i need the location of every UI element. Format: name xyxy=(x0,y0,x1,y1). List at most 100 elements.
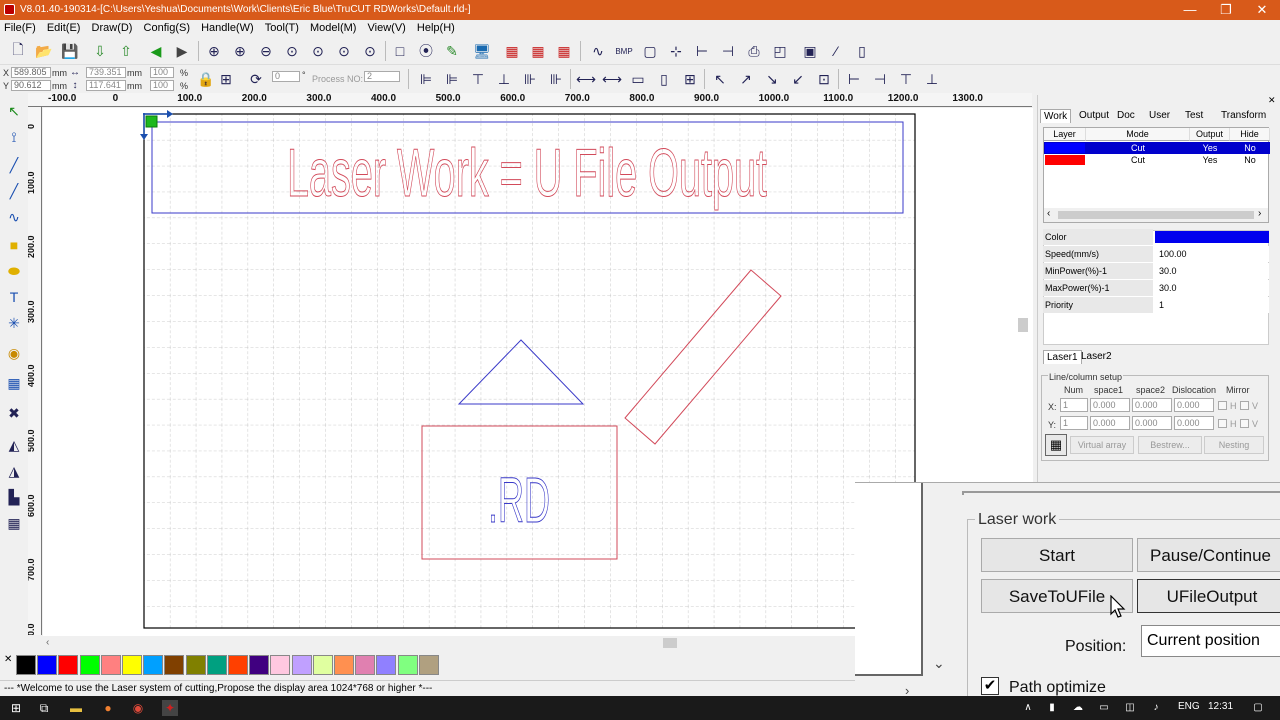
network-icon[interactable]: ◫ xyxy=(1122,700,1138,716)
image-tool-icon[interactable]: ◉ xyxy=(4,343,24,363)
palette-swatch[interactable] xyxy=(122,655,142,675)
menu-file[interactable]: File(F) xyxy=(0,20,40,36)
palette-swatch[interactable] xyxy=(355,655,376,675)
process-input[interactable]: 2 xyxy=(364,71,400,82)
open-folder-icon[interactable]: 📂 xyxy=(34,41,54,61)
align-right-icon[interactable]: ⊫ xyxy=(442,69,462,89)
zoom-out-icon[interactable]: ⊖ xyxy=(256,41,276,61)
tab-doc[interactable]: Doc xyxy=(1114,109,1138,122)
windows-start-icon[interactable]: ⊞ xyxy=(8,700,24,716)
prop-value[interactable]: 30.0 xyxy=(1155,280,1269,296)
usb-icon[interactable]: ▮ xyxy=(1044,700,1060,716)
bestrew-button[interactable]: Bestrew... xyxy=(1138,436,1202,454)
start-button[interactable]: Start xyxy=(981,538,1133,572)
layer-scroll-thumb[interactable] xyxy=(1058,211,1254,219)
palette-swatch[interactable] xyxy=(312,655,333,675)
layer-output[interactable]: Yes xyxy=(1190,154,1230,166)
width-input[interactable]: 739.351 xyxy=(86,67,126,78)
tab-output[interactable]: Output xyxy=(1076,109,1112,122)
chevron-down-icon[interactable]: ⌄ xyxy=(933,655,945,672)
prop-color-swatch[interactable] xyxy=(1155,231,1269,243)
battery-icon[interactable]: ▭ xyxy=(1096,700,1112,716)
palette-swatch[interactable] xyxy=(418,655,439,675)
measure-icon[interactable]: ▯ xyxy=(852,41,872,61)
zoom-in-icon[interactable]: ⊕ xyxy=(204,41,224,61)
combine-icon[interactable]: ▦ xyxy=(554,41,574,61)
chrome-icon[interactable]: ◉ xyxy=(130,700,146,716)
left-edge-icon[interactable]: ⊢ xyxy=(844,69,864,89)
mirror-h-icon[interactable]: ◭ xyxy=(4,435,24,455)
y-num-input[interactable]: 1 xyxy=(1060,416,1088,430)
scroll-thumb[interactable] xyxy=(663,638,677,648)
system-tray-chevron-icon[interactable]: ∧ xyxy=(1020,700,1036,716)
prop-value[interactable]: 1 xyxy=(1155,297,1269,313)
height-percent-input[interactable]: 100 xyxy=(150,80,174,91)
scroll-left-icon[interactable]: ‹ xyxy=(1047,208,1050,219)
new-file-icon[interactable]: 🗋 xyxy=(8,41,28,61)
frame-icon[interactable]: ◰ xyxy=(770,41,790,61)
palette-swatch[interactable] xyxy=(270,655,291,675)
zoom-page-icon[interactable]: ⊙ xyxy=(334,41,354,61)
align-left-icon[interactable]: ⊫ xyxy=(416,69,436,89)
menu-edit[interactable]: Edit(E) xyxy=(43,20,85,36)
nesting-button[interactable]: Nesting xyxy=(1204,436,1264,454)
menu-draw[interactable]: Draw(D) xyxy=(88,20,137,36)
palette-swatch[interactable] xyxy=(334,655,354,675)
zoom-select-icon[interactable]: ⊙ xyxy=(308,41,328,61)
y-dislocation-input[interactable]: 0.000 xyxy=(1174,416,1214,430)
palette-swatch[interactable] xyxy=(291,655,312,675)
maximize-button[interactable]: ❐ xyxy=(1208,0,1244,20)
mirror-v-icon[interactable]: ◮ xyxy=(4,461,24,481)
same-size-icon[interactable]: ▭ xyxy=(628,69,648,89)
redo-icon[interactable]: ▶ xyxy=(172,41,192,61)
node-edit-icon[interactable]: ⦿ xyxy=(416,41,436,61)
curve-icon[interactable]: ∿ xyxy=(4,207,24,227)
layer-output[interactable]: Yes xyxy=(1190,142,1230,154)
tab-transform[interactable]: Transform xyxy=(1218,109,1269,122)
scroll-right-icon[interactable]: › xyxy=(1258,208,1261,219)
prop-speed-row[interactable]: Speed(mm/s) 100.00 xyxy=(1043,246,1269,262)
camera-icon[interactable]: ▣ xyxy=(800,41,820,61)
task-view-icon[interactable]: ⧉ xyxy=(36,700,52,716)
rdworks-icon[interactable]: ✦ xyxy=(162,700,178,716)
tab-test[interactable]: Test xyxy=(1182,109,1206,122)
language-indicator[interactable]: ENG xyxy=(1178,701,1200,712)
prop-maxpower-row[interactable]: MaxPower(%)-1 30.0 xyxy=(1043,280,1269,296)
minimize-button[interactable]: — xyxy=(1172,0,1208,20)
select-rect-icon[interactable]: □ xyxy=(390,41,410,61)
x-num-input[interactable]: 1 xyxy=(1060,398,1088,412)
align-icon[interactable]: ⊹ xyxy=(666,41,686,61)
layer-hscrollbar[interactable]: ‹ › xyxy=(1044,208,1268,222)
distribute-h-icon[interactable]: ⊢ xyxy=(692,41,712,61)
menu-tool[interactable]: Tool(T) xyxy=(261,20,303,36)
polyline-icon[interactable]: ╱ xyxy=(4,181,24,201)
x-mirror-h-checkbox[interactable] xyxy=(1218,401,1227,410)
palette-swatch[interactable] xyxy=(143,655,164,675)
arrow-bottom-left-icon[interactable]: ↙ xyxy=(788,69,808,89)
rotate-input[interactable]: 0 xyxy=(272,71,300,82)
close-button[interactable]: ✕ xyxy=(1244,0,1280,20)
line-icon[interactable]: ╱ xyxy=(4,155,24,175)
import-icon[interactable]: ⇩ xyxy=(90,41,110,61)
ufile-output-button[interactable]: UFileOutput xyxy=(1137,579,1280,613)
group-icon[interactable]: ▦ xyxy=(502,41,522,61)
width-percent-input[interactable]: 100 xyxy=(150,67,174,78)
file-explorer-icon[interactable]: ▬ xyxy=(68,700,84,716)
smooth-curve-icon[interactable]: ∿ xyxy=(588,41,608,61)
top-edge-icon[interactable]: ⊤ xyxy=(896,69,916,89)
menu-help[interactable]: Help(H) xyxy=(413,20,459,36)
palette-swatch[interactable] xyxy=(16,655,36,675)
center-icon[interactable]: ⊡ xyxy=(814,69,834,89)
tab-user[interactable]: User xyxy=(1146,109,1173,122)
delete-icon[interactable]: ✖ xyxy=(4,403,24,423)
magic-wand-icon[interactable]: ⁄ xyxy=(826,41,846,61)
palette-swatch[interactable] xyxy=(37,655,58,675)
menu-config[interactable]: Config(S) xyxy=(140,20,194,36)
position-anchor-icon[interactable]: ⊞ xyxy=(216,69,236,89)
position-select[interactable]: Current position xyxy=(1141,625,1280,657)
undo-icon[interactable]: ◀ xyxy=(146,41,166,61)
select-arrow-icon[interactable]: ↖ xyxy=(4,101,24,121)
palette-swatch[interactable] xyxy=(100,655,121,675)
rd-outline-text[interactable]: .RD xyxy=(488,464,551,537)
zoom-pan-icon[interactable]: ⊙ xyxy=(360,41,380,61)
